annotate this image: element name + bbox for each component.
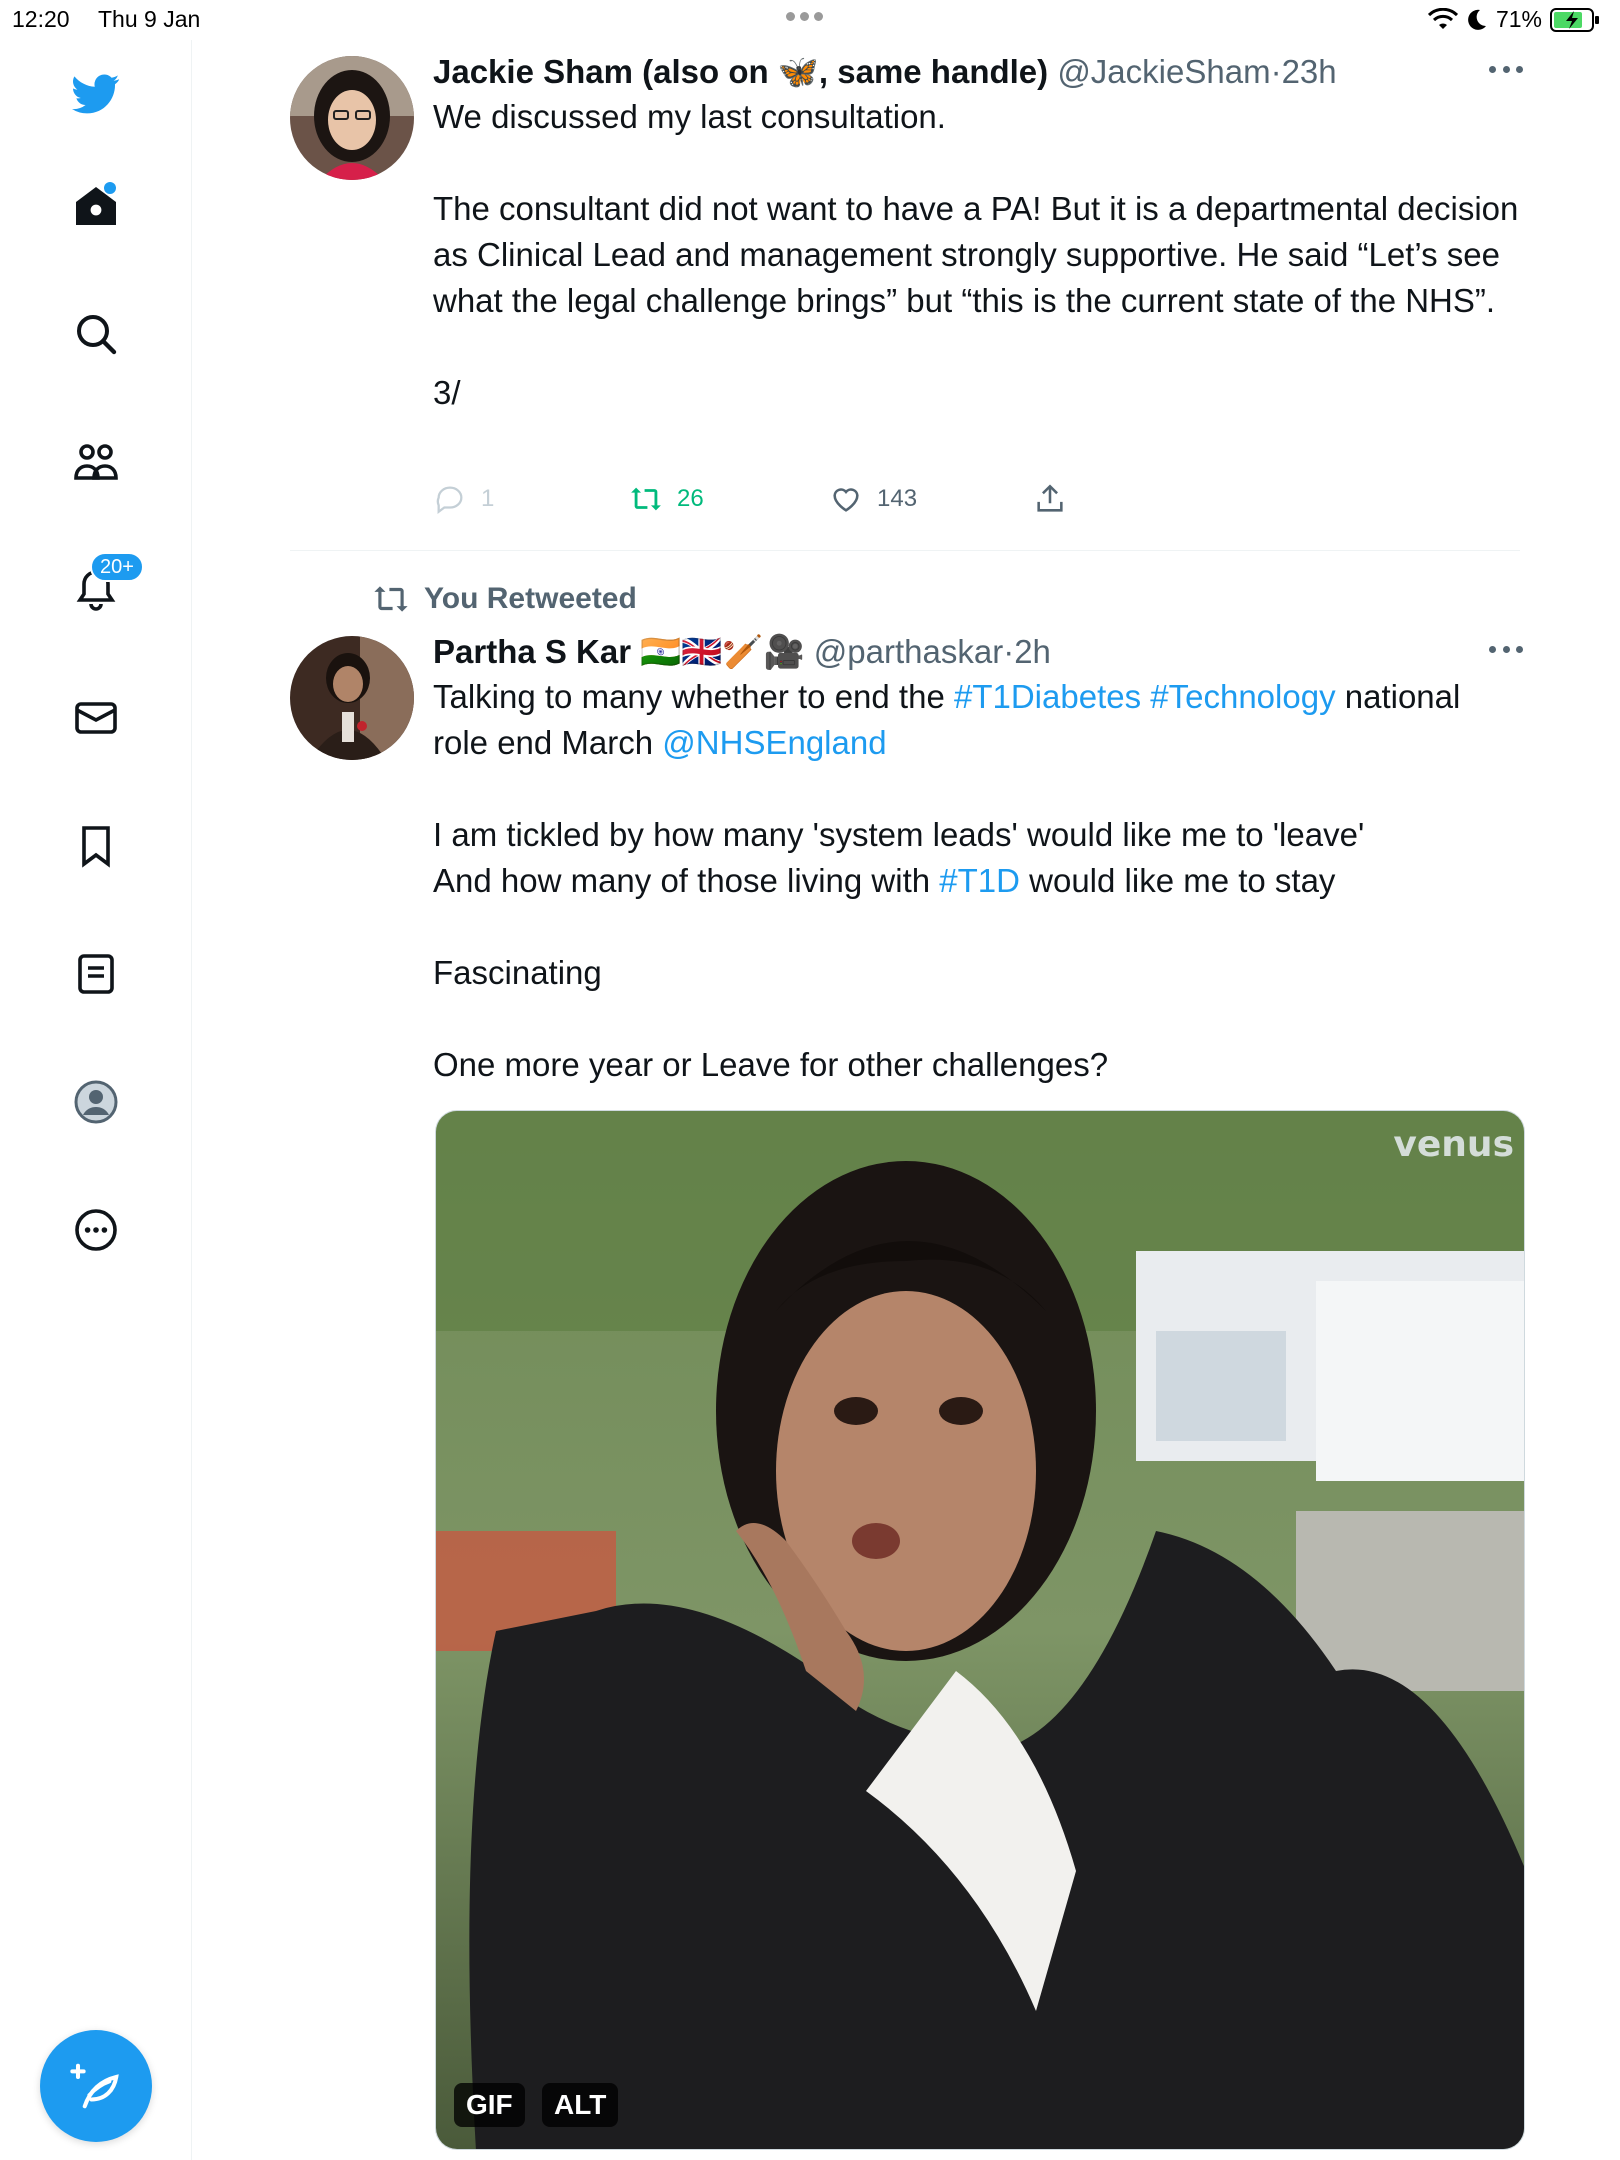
tweet-header: Partha S Kar 🇮🇳🇬🇧🏏🎥 @parthaskar·2h [433, 630, 1523, 674]
retweeted-indicator: You Retweeted [372, 580, 637, 618]
hashtag-link[interactable]: #Technology [1150, 678, 1335, 715]
hashtag-link[interactable]: #T1Diabetes [954, 678, 1141, 715]
hashtag-link[interactable]: #T1D [939, 862, 1020, 899]
multitasking-dots-icon[interactable] [786, 8, 834, 32]
status-indicators: 71% [1427, 6, 1600, 33]
communities-icon[interactable] [64, 430, 128, 494]
retweeted-label: You Retweeted [424, 582, 637, 615]
compose-feather-icon [70, 2063, 119, 2109]
gif-frame-image: venus [436, 1111, 1524, 2149]
gif-label[interactable]: GIF [454, 2083, 525, 2127]
tweet-more-icon[interactable] [1489, 646, 1523, 656]
wifi-icon [1427, 7, 1458, 29]
bookmarks-icon[interactable] [64, 814, 128, 878]
tweet-more-icon[interactable] [1489, 66, 1523, 76]
mention-link[interactable]: @NHSEngland [662, 724, 886, 761]
tweet-actions: 1 26 143 [433, 482, 1113, 522]
tweet-gif-media[interactable]: venus GIF ALT [435, 1110, 1525, 2150]
tweet-time[interactable]: 2h [1014, 633, 1051, 670]
avatar[interactable] [290, 636, 414, 760]
more-options-icon[interactable] [64, 1198, 128, 1262]
reply-button[interactable]: 1 [433, 482, 494, 516]
share-button[interactable] [1033, 482, 1067, 516]
tweet-text-segment: Talking to many whether to end the [433, 678, 954, 715]
retweet-icon [631, 487, 661, 511]
tweet-text: We discussed my last consultation. The c… [433, 98, 1519, 411]
home-icon[interactable] [64, 174, 128, 238]
profile-avatar-icon[interactable] [64, 1070, 128, 1134]
moon-icon [1468, 9, 1486, 30]
avatar[interactable] [290, 56, 414, 180]
status-date: Thu 9 Jan [98, 6, 201, 32]
separator-dot: · [1270, 53, 1282, 90]
separator-dot: · [1003, 633, 1015, 670]
compose-tweet-button[interactable] [40, 2030, 152, 2142]
tweet-text: Talking to many whether to end the #T1Di… [433, 674, 1523, 1088]
home-unread-dot [104, 182, 116, 194]
retweet-button[interactable]: 26 [629, 482, 704, 516]
tweet-text-segment [1141, 678, 1150, 715]
share-icon [1037, 484, 1063, 512]
alt-label[interactable]: ALT [542, 2083, 619, 2127]
tweet-header: Jackie Sham (also on 🦋, same handle) @Ja… [433, 50, 1523, 94]
author-handle[interactable]: @JackieSham [1057, 53, 1270, 90]
retweet-count: 26 [677, 485, 704, 512]
notifications-bell-icon[interactable]: 20+ [64, 552, 144, 622]
retweet-small-icon [374, 586, 408, 612]
like-count: 143 [877, 485, 918, 512]
tweet-divider [290, 550, 1520, 551]
reply-count: 1 [481, 485, 495, 512]
status-bar: 12:20 Thu 9 Jan 71% [0, 0, 1620, 40]
sidebar: 20+ [0, 40, 192, 2160]
venus-watermark: venus [1393, 1124, 1514, 1165]
battery-percentage: 71% [1495, 6, 1542, 32]
heart-icon [833, 488, 859, 512]
timeline: Jackie Sham (also on 🦋, same handle) @Ja… [192, 40, 1620, 2160]
messages-icon[interactable] [64, 686, 128, 750]
author-handle[interactable]: @parthaskar [814, 633, 1003, 670]
notifications-badge: 20+ [90, 552, 144, 582]
status-time: 12:20 [12, 6, 70, 32]
tweet[interactable]: Jackie Sham (also on 🦋, same handle) @Ja… [290, 40, 1523, 560]
battery-charging-icon [1550, 7, 1599, 32]
like-button[interactable]: 143 [829, 482, 917, 516]
author-name[interactable]: Jackie Sham (also on 🦋, same handle) [433, 53, 1048, 90]
reply-icon [436, 486, 463, 515]
tweet-time[interactable]: 23h [1282, 53, 1337, 90]
author-name[interactable]: Partha S Kar 🇮🇳🇬🇧🏏🎥 [433, 633, 805, 670]
lists-icon[interactable] [64, 942, 128, 1006]
twitter-logo-icon[interactable] [64, 62, 128, 126]
search-icon[interactable] [64, 302, 128, 366]
